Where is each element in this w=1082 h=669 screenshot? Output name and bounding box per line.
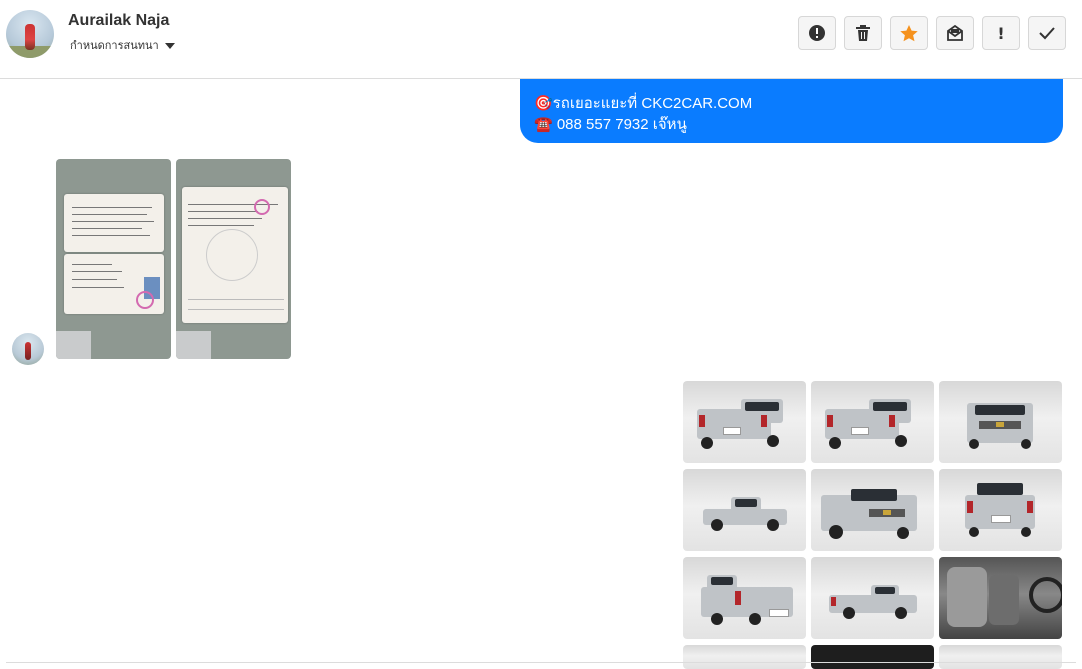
conversation-toolbar: ! (798, 16, 1066, 50)
car-photo[interactable] (683, 645, 806, 669)
car-photo[interactable] (939, 645, 1062, 669)
contact-avatar[interactable] (6, 10, 54, 58)
star-button[interactable] (890, 16, 928, 50)
star-icon (900, 24, 918, 41)
assign-conversation-label: กำหนดการสนทนา (70, 40, 159, 52)
document-photo-1[interactable] (56, 159, 171, 359)
envelope-icon (947, 24, 963, 41)
delete-button[interactable] (844, 16, 882, 50)
conversation-view: Aurailak Naja กำหนดการสนทนา ! 🎯รถเยอะแยะ… (0, 0, 1082, 669)
car-photo[interactable] (939, 381, 1062, 463)
caret-down-icon (164, 42, 175, 49)
report-button[interactable] (798, 16, 836, 50)
outgoing-message-bubble[interactable]: 🎯รถเยอะแยะที่ CKC2CAR.COM ☎️ 088 557 793… (520, 79, 1063, 143)
document-photo-2[interactable] (176, 159, 291, 359)
trash-icon (856, 25, 870, 41)
check-icon (1039, 27, 1055, 40)
contact-name[interactable]: Aurailak Naja (68, 12, 169, 30)
alert-circle-icon (809, 25, 825, 41)
conversation-header: Aurailak Naja กำหนดการสนทนา ! (0, 0, 1082, 79)
exclamation-icon: ! (997, 23, 1005, 43)
sender-avatar[interactable] (12, 333, 44, 365)
bubble-line-1: 🎯รถเยอะแยะที่ CKC2CAR.COM (534, 95, 753, 112)
mark-unread-button[interactable] (936, 16, 974, 50)
car-photo[interactable] (939, 469, 1062, 551)
car-photo[interactable] (683, 469, 806, 551)
car-photo[interactable] (811, 645, 934, 669)
car-photo[interactable] (811, 381, 934, 463)
car-photo[interactable] (683, 557, 806, 639)
done-button[interactable] (1028, 16, 1066, 50)
composer-divider (6, 662, 1076, 663)
car-photo[interactable] (811, 469, 934, 551)
bubble-line-2: ☎️ 088 557 7932 เจ๊หนู (534, 116, 687, 133)
car-photo[interactable] (683, 381, 806, 463)
car-interior-photo[interactable] (939, 557, 1062, 639)
assign-conversation-dropdown[interactable]: กำหนดการสนทนา (70, 36, 175, 54)
important-button[interactable]: ! (982, 16, 1020, 50)
car-photo[interactable] (811, 557, 934, 639)
